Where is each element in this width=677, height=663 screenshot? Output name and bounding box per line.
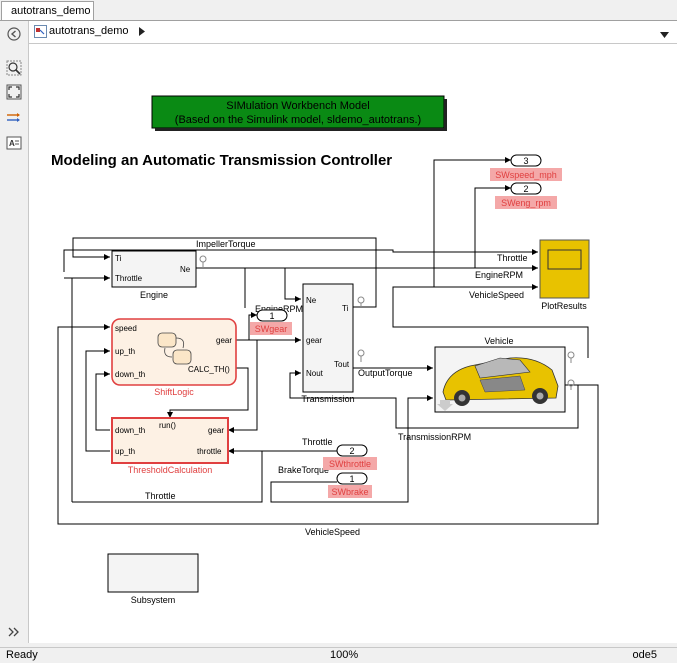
signal-label-transmission-rpm: TransmissionRPM xyxy=(398,432,471,442)
threshold-port-down: down_th xyxy=(115,426,145,435)
outport-1-label: SWgear xyxy=(255,324,288,334)
signal-label-throttle-bottom: Throttle xyxy=(145,491,176,501)
signal-label-vehicle-speed-bottom: VehicleSpeed xyxy=(305,527,360,537)
transmission-port-ti: Ti xyxy=(342,304,349,313)
breadcrumb-item-autotrans-demo[interactable]: autotrans_demo xyxy=(49,25,129,37)
transmission-test-point-icon xyxy=(357,296,365,307)
inport-1-number: 1 xyxy=(349,474,354,484)
page-title: Modeling an Automatic Transmission Contr… xyxy=(51,152,392,169)
engine-port-ti: Ti xyxy=(115,254,122,263)
status-text: Ready xyxy=(6,649,38,661)
inport-2-label: SWthrottle xyxy=(329,459,371,469)
engine-block-name: Engine xyxy=(140,290,168,300)
model-icon xyxy=(34,25,47,38)
inport-2[interactable]: 2 SWthrottle xyxy=(323,444,377,470)
banner-line-1: SIMulation Workbench Model xyxy=(226,100,369,112)
transmission-port-gear: gear xyxy=(306,336,322,345)
engine-port-ne: Ne xyxy=(180,265,191,274)
output-torque-test-point-icon xyxy=(357,349,365,362)
breadcrumb: autotrans_demo xyxy=(29,21,677,44)
shiftlogic-port-gear: gear xyxy=(216,336,232,345)
tab-bar: autotrans_demo xyxy=(0,0,677,21)
shiftlogic-block-name: ShiftLogic xyxy=(154,387,194,397)
inport-2-number: 2 xyxy=(349,446,354,456)
outport-3-label: SWspeed_mph xyxy=(495,170,557,180)
plot-results-block[interactable]: PlotResults xyxy=(539,239,590,311)
threshold-block-name: ThresholdCalculation xyxy=(128,465,213,475)
model-diagram: SIMulation Workbench Model (Based on the… xyxy=(51,95,599,605)
svg-text:A: A xyxy=(9,139,15,148)
threshold-calculation-block[interactable]: down_th up_th run() gear throttle Thresh… xyxy=(111,417,229,475)
vehicle-test-point-icon xyxy=(567,351,575,363)
engine-test-point-icon xyxy=(199,255,207,268)
annotation-icon[interactable]: A xyxy=(5,134,23,152)
vehicle-block-name: Vehicle xyxy=(484,336,513,346)
back-icon[interactable] xyxy=(5,25,23,43)
shiftlogic-calc-th: CALC_TH() xyxy=(188,365,230,374)
tab-autotrans-demo[interactable]: autotrans_demo xyxy=(1,1,94,20)
engine-block[interactable]: Ti Throttle Ne Engine xyxy=(111,250,207,300)
shiftlogic-port-up: up_th xyxy=(115,347,135,356)
subsystem-block-name: Subsystem xyxy=(131,595,176,605)
signal-label-throttle-in: Throttle xyxy=(302,437,333,447)
zoom-level[interactable]: 100% xyxy=(330,649,358,661)
breadcrumb-arrow-icon[interactable] xyxy=(139,27,145,39)
transmission-port-tout: Tout xyxy=(334,360,350,369)
signal-label-vehicle-speed-plot: VehicleSpeed xyxy=(469,290,524,300)
transmission-block-name: Transmission xyxy=(301,394,354,404)
plot-results-name: PlotResults xyxy=(541,301,587,311)
outport-2-label: SWeng_rpm xyxy=(501,198,551,208)
inport-1[interactable]: 1 SWbrake xyxy=(328,472,372,498)
zoom-icon[interactable] xyxy=(5,59,23,77)
shiftlogic-port-speed: speed xyxy=(115,324,137,333)
transmission-port-ne: Ne xyxy=(306,296,317,305)
signal-label-output-torque: OutputTorque xyxy=(358,368,413,378)
signal-routing-icon[interactable] xyxy=(5,109,23,127)
shiftlogic-port-down: down_th xyxy=(115,370,145,379)
banner-line-2: (Based on the Simulink model, sldemo_aut… xyxy=(175,114,421,126)
vehicle-block[interactable]: Vehicle xyxy=(434,336,575,413)
signal-label-impeller-torque: ImpellerTorque xyxy=(196,239,256,249)
outport-2[interactable]: 2 SWeng_rpm xyxy=(495,182,557,209)
signal-label-brake-torque: BrakeTorque xyxy=(278,465,329,475)
outport-1-number: 1 xyxy=(269,311,274,321)
status-bar: Ready 100% ode5 xyxy=(0,647,677,663)
solver-name[interactable]: ode5 xyxy=(633,649,657,661)
more-icon[interactable] xyxy=(5,623,23,641)
transmission-port-nout: Nout xyxy=(306,369,324,378)
subsystem-block[interactable]: Subsystem xyxy=(107,553,199,605)
signal-label-throttle-plot: Throttle xyxy=(497,253,528,263)
outport-3[interactable]: 3 SWspeed_mph xyxy=(490,154,562,181)
engine-port-throttle: Throttle xyxy=(115,274,143,283)
transmission-block[interactable]: Ne gear Nout Ti Tout Transmission xyxy=(301,283,365,404)
chevron-down-icon[interactable] xyxy=(660,29,669,41)
threshold-port-up: up_th xyxy=(115,447,135,456)
signal-label-engine-rpm: EngineRPM xyxy=(475,270,523,280)
inport-1-label: SWbrake xyxy=(331,487,368,497)
shiftlogic-block[interactable]: speed up_th down_th gear CALC_TH() Shift… xyxy=(111,318,237,397)
threshold-run: run() xyxy=(159,421,176,430)
threshold-port-throttle: throttle xyxy=(197,447,222,456)
left-toolbar: A xyxy=(0,21,29,643)
threshold-port-gear: gear xyxy=(208,426,224,435)
outport-3-number: 3 xyxy=(523,156,528,166)
model-canvas[interactable]: SIMulation Workbench Model (Based on the… xyxy=(29,44,677,643)
outport-2-number: 2 xyxy=(523,184,528,194)
fit-to-view-icon[interactable] xyxy=(5,83,23,101)
